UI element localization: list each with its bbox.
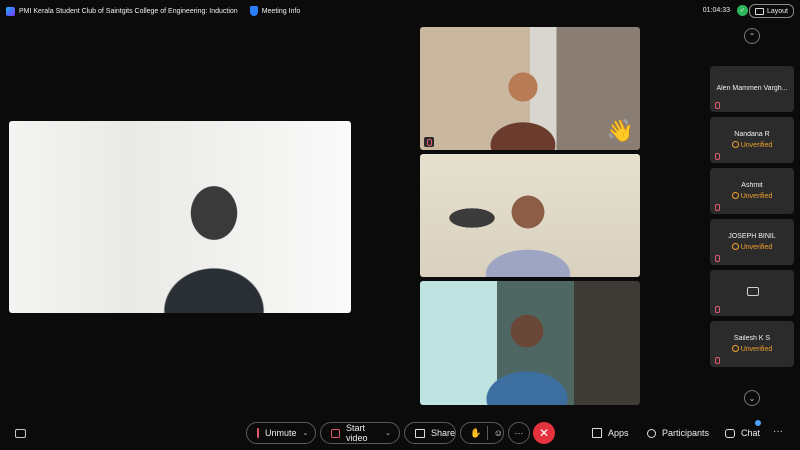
meeting-title: PMI Kerala Student Club of Saintgits Col… — [19, 7, 238, 15]
participant-card[interactable]: Alen Mammen Vargh... — [710, 66, 794, 112]
main-video-tile[interactable] — [9, 121, 351, 313]
start-video-label: Start video — [345, 423, 368, 443]
reactions-group: ✋ ☺ — [460, 422, 504, 444]
info-icon — [731, 141, 739, 148]
participants-label: Participants — [662, 428, 710, 438]
layout-icon — [754, 7, 764, 15]
unverified-status: Unverified — [710, 345, 794, 353]
scroll-up-button[interactable]: ⌃ — [744, 28, 760, 44]
participant-card[interactable]: Ashmit Unverified — [710, 168, 794, 214]
layout-label: Layout — [766, 7, 788, 15]
participant-name: JOSEPH BINIL — [728, 233, 776, 240]
more-icon[interactable]: ··· — [773, 426, 783, 437]
participants-icon — [647, 428, 656, 438]
chat-icon — [725, 428, 735, 438]
meeting-info-button[interactable]: Meeting Info — [249, 6, 301, 16]
shield-icon — [249, 6, 258, 16]
participant-card[interactable] — [710, 270, 794, 316]
chevron-down-icon[interactable]: ⌄ — [385, 429, 391, 437]
share-label: Share — [430, 428, 455, 438]
apps-icon — [592, 428, 602, 438]
participant-name: Alen Mammen Vargh... — [716, 85, 788, 92]
camera-off-icon — [747, 287, 759, 296]
scroll-down-button[interactable]: ⌄ — [744, 390, 760, 406]
unmute-label: Unmute — [265, 428, 297, 438]
chat-label: Chat — [741, 428, 761, 438]
apps-label: Apps — [608, 428, 629, 438]
meeting-timer: 01:04:33 — [702, 7, 730, 14]
webex-app-icon — [6, 6, 15, 16]
raise-hand-icon[interactable]: ✋ — [470, 428, 481, 439]
muted-mic-icon — [713, 254, 721, 262]
apps-button[interactable]: Apps — [592, 422, 629, 444]
video-tile-1[interactable]: 👋 — [420, 27, 640, 150]
muted-mic-icon — [713, 203, 721, 211]
participant-name: Ashmit — [741, 182, 763, 189]
start-video-button[interactable]: Start video ⌄ — [320, 422, 400, 444]
participant-name: Sailesh K S — [733, 335, 771, 342]
more-options-button[interactable]: ··· — [508, 422, 530, 444]
share-screen-icon — [415, 428, 425, 438]
chevron-down-icon[interactable]: ⌄ — [303, 429, 309, 437]
unverified-status: Unverified — [710, 141, 794, 149]
divider — [487, 426, 488, 440]
unverified-status: Unverified — [710, 192, 794, 200]
muted-mic-icon — [713, 305, 721, 313]
muted-mic-icon — [713, 101, 721, 109]
info-icon — [731, 345, 739, 352]
share-button[interactable]: Share — [404, 422, 456, 444]
bottom-toolbar: Unmute ⌄ Start video ⌄ Share ✋ ☺ ··· ✕ A… — [0, 420, 800, 446]
unverified-status: Unverified — [710, 243, 794, 251]
chat-notification-dot — [755, 420, 761, 426]
camera-off-icon — [331, 428, 340, 438]
muted-mic-icon — [424, 137, 434, 147]
info-icon — [731, 243, 739, 250]
video-tile-2[interactable] — [420, 154, 640, 277]
participant-card[interactable]: Sailesh K S Unverified — [710, 321, 794, 367]
mic-off-icon — [257, 428, 259, 438]
participant-card[interactable]: Nandana R Unverified — [710, 117, 794, 163]
participant-card[interactable]: JOSEPH BINIL Unverified — [710, 219, 794, 265]
wave-reaction-icon: 👋 — [606, 118, 634, 143]
muted-mic-icon — [713, 356, 721, 364]
end-call-button[interactable]: ✕ — [533, 422, 555, 444]
meeting-info-label: Meeting Info — [261, 7, 301, 15]
info-icon — [731, 192, 739, 199]
chat-button[interactable]: Chat — [725, 420, 761, 444]
captions-icon[interactable] — [15, 429, 26, 438]
reactions-icon[interactable]: ☺ — [494, 428, 503, 438]
participant-name: Nandana R — [734, 131, 770, 138]
muted-mic-icon — [713, 152, 721, 160]
unmute-button[interactable]: Unmute ⌄ — [246, 422, 316, 444]
top-bar: PMI Kerala Student Club of Saintgits Col… — [0, 0, 800, 22]
connection-status-icon[interactable]: ✓ — [737, 5, 748, 16]
participants-button[interactable]: Participants — [647, 422, 709, 444]
video-tile-3[interactable] — [420, 281, 640, 405]
layout-button[interactable]: Layout — [748, 4, 794, 18]
